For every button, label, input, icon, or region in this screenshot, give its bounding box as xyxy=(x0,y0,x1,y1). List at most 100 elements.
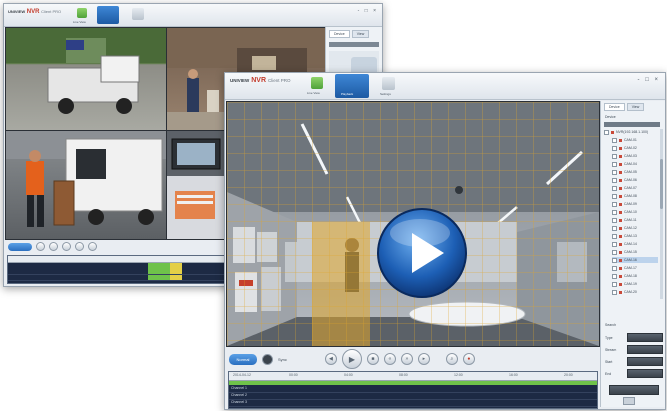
device-checkbox[interactable] xyxy=(612,265,617,271)
play-icon[interactable] xyxy=(376,207,468,299)
back-settings-button[interactable] xyxy=(132,8,144,20)
device-tree-item[interactable]: CAM-16 xyxy=(612,257,658,263)
device-tree-item[interactable]: CAM-12 xyxy=(612,225,658,231)
back-live-view-button[interactable] xyxy=(77,8,87,18)
back-tab-view[interactable]: View xyxy=(351,30,370,38)
device-tree-item[interactable]: CAM-13 xyxy=(612,233,658,239)
back-tab-device[interactable]: Device xyxy=(329,30,350,38)
device-checkbox[interactable] xyxy=(612,241,617,247)
device-tree-item[interactable]: CAM-20 xyxy=(612,289,658,295)
fast-button[interactable]: » xyxy=(400,353,413,365)
device-tree-item[interactable]: CAM-09 xyxy=(612,201,658,207)
device-checkbox[interactable] xyxy=(612,233,617,239)
device-checkbox[interactable] xyxy=(612,249,617,255)
device-checkbox[interactable] xyxy=(612,281,617,287)
device-tree-item[interactable]: CAM-04 xyxy=(612,161,658,167)
stop-button[interactable]: ■ xyxy=(366,353,379,365)
device-panel-label: Device xyxy=(605,115,616,119)
device-checkbox[interactable] xyxy=(612,161,617,167)
back-timeline[interactable] xyxy=(7,255,226,284)
camera-icon xyxy=(619,250,622,254)
back-mode-pill[interactable] xyxy=(8,242,32,251)
device-tree-item[interactable]: CAM-17 xyxy=(612,265,658,271)
device-checkbox[interactable] xyxy=(612,177,617,183)
zoom-icon[interactable]: ⌕ xyxy=(445,353,458,365)
sync-label: Sync xyxy=(278,356,287,362)
playback-timeline[interactable]: 2014-04-12 00:00 04:00 08:00 12:00 16:00… xyxy=(228,371,598,409)
tab-view[interactable]: View xyxy=(626,103,645,111)
back-stop-button[interactable] xyxy=(36,242,45,251)
device-tree-item[interactable]: CAM-07 xyxy=(612,185,658,191)
front-live-view-button[interactable] xyxy=(311,77,323,89)
device-tree-scroll-thumb[interactable] xyxy=(660,159,663,209)
back-window-controls[interactable]: - □ × xyxy=(358,8,378,14)
back-playback-controls xyxy=(8,242,97,251)
device-tree-item[interactable]: CAM-03 xyxy=(612,153,658,159)
device-checkbox[interactable] xyxy=(612,257,617,263)
timeline-tick: 12:00 xyxy=(454,373,463,377)
device-tree-item[interactable]: CAM-15 xyxy=(612,249,658,255)
timeline-tick: 00:00 xyxy=(289,373,298,377)
field-end: End xyxy=(605,369,663,378)
field-end-input[interactable] xyxy=(627,369,663,378)
search-button[interactable] xyxy=(609,385,659,395)
device-checkbox[interactable] xyxy=(612,217,617,223)
play-button[interactable]: ▶ xyxy=(341,349,362,369)
device-checkbox[interactable] xyxy=(612,225,617,231)
field-start-input[interactable] xyxy=(627,357,663,366)
device-tree-item[interactable]: CAM-18 xyxy=(612,273,658,279)
device-checkbox[interactable] xyxy=(612,153,617,159)
field-type-select[interactable] xyxy=(627,333,663,342)
device-tree-item[interactable]: CAM-19 xyxy=(612,281,658,287)
field-stream-select[interactable] xyxy=(627,345,663,354)
camera-view-driveway[interactable] xyxy=(5,27,167,131)
device-tree-root[interactable]: NVR(192.168.1.100) xyxy=(604,129,658,135)
playback-video-view[interactable] xyxy=(226,101,600,347)
front-playback-label: Playback xyxy=(341,92,354,96)
device-checkbox[interactable] xyxy=(612,145,617,151)
device-tree-item[interactable]: CAM-05 xyxy=(612,169,658,175)
export-button[interactable] xyxy=(623,397,635,405)
device-checkbox[interactable] xyxy=(612,185,617,191)
back-playback-button[interactable] xyxy=(97,6,119,24)
device-checkbox[interactable] xyxy=(612,169,617,175)
device-label: CAM-17 xyxy=(624,266,637,270)
device-checkbox[interactable] xyxy=(612,289,617,295)
device-label: CAM-02 xyxy=(624,146,637,150)
device-checkbox[interactable] xyxy=(612,193,617,199)
slow-button[interactable]: « xyxy=(383,353,396,365)
tab-device[interactable]: Device xyxy=(604,103,625,111)
front-window-controls[interactable]: - □ × xyxy=(638,77,660,83)
device-tree-item[interactable]: CAM-01 xyxy=(612,137,658,143)
step-button[interactable]: ▸ xyxy=(417,353,430,365)
device-tree-item[interactable]: CAM-06 xyxy=(612,177,658,183)
device-tree-item[interactable]: CAM-08 xyxy=(612,193,658,199)
timeline-date: 2014-04-12 xyxy=(233,373,251,377)
sync-toggle[interactable] xyxy=(262,353,273,365)
prev-frame-button[interactable]: ◀ xyxy=(324,353,337,365)
back-timeline-row xyxy=(8,274,225,281)
device-tree-item[interactable]: CAM-10 xyxy=(612,209,658,215)
device-label: CAM-05 xyxy=(624,170,637,174)
back-fast-button[interactable] xyxy=(88,242,97,251)
device-tree-scrollbar[interactable] xyxy=(660,129,663,299)
device-label: CAM-20 xyxy=(624,290,637,294)
playback-mode-pill[interactable]: Normal xyxy=(229,353,257,365)
device-checkbox[interactable] xyxy=(612,137,617,143)
device-checkbox[interactable] xyxy=(612,209,617,215)
device-tree-item[interactable]: CAM-02 xyxy=(612,145,658,151)
front-live-view-label: Live View xyxy=(307,91,320,95)
field-type-label: Type xyxy=(605,335,613,340)
record-clip-icon[interactable]: ● xyxy=(462,353,475,365)
device-tree-item[interactable]: CAM-14 xyxy=(612,241,658,247)
back-play-button[interactable] xyxy=(49,242,58,251)
device-tree-item[interactable]: CAM-11 xyxy=(612,217,658,223)
front-settings-button[interactable] xyxy=(382,77,395,90)
device-checkbox[interactable] xyxy=(612,273,617,279)
camera-view-delivery[interactable] xyxy=(5,130,167,240)
timeline-channel-label: Channel 3 xyxy=(231,400,247,404)
device-checkbox[interactable] xyxy=(612,201,617,207)
back-pause-button[interactable] xyxy=(62,242,71,251)
device-checkbox[interactable] xyxy=(604,129,609,135)
back-slow-button[interactable] xyxy=(75,242,84,251)
